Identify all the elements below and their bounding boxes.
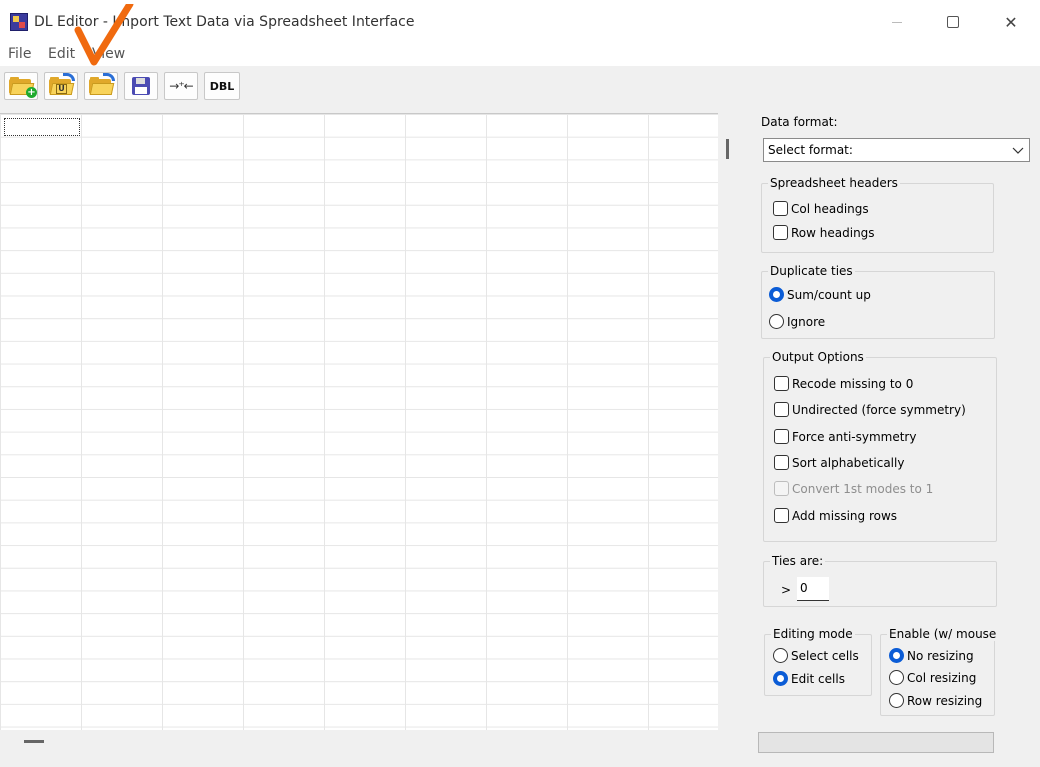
menu-edit[interactable]: Edit bbox=[48, 46, 75, 62]
vertical-scrollbar[interactable] bbox=[718, 113, 740, 730]
editing-mode-group: Editing mode bbox=[764, 627, 872, 696]
undirected-checkbox[interactable]: Undirected (force symmetry) bbox=[774, 402, 966, 417]
close-icon: ✕ bbox=[1004, 12, 1018, 32]
open-folder-add-icon: + bbox=[9, 77, 37, 98]
menu-file[interactable]: File bbox=[8, 46, 31, 62]
duplicate-ties-title: Duplicate ties bbox=[768, 264, 855, 278]
app-icon bbox=[10, 13, 28, 31]
vertical-scroll-thumb[interactable] bbox=[726, 139, 729, 159]
spreadsheet-grid[interactable] bbox=[0, 113, 718, 730]
menu-bar: File Edit View bbox=[0, 42, 1040, 66]
col-headings-checkbox[interactable]: Col headings bbox=[773, 201, 869, 216]
save-floppy-icon bbox=[132, 77, 150, 95]
editing-mode-title: Editing mode bbox=[771, 627, 855, 641]
sort-alphabetically-checkbox[interactable]: Sort alphabetically bbox=[774, 455, 904, 470]
horizontal-scrollbar[interactable] bbox=[0, 730, 740, 752]
reload-folder-icon bbox=[89, 73, 115, 95]
force-anti-symmetry-checkbox[interactable]: Force anti-symmetry bbox=[774, 429, 916, 444]
menu-view[interactable]: View bbox=[92, 46, 125, 62]
dbl-button[interactable]: DBL bbox=[204, 72, 240, 100]
collapse-arrows-icon: →⁺← bbox=[169, 79, 193, 93]
select-cells-radio[interactable]: Select cells bbox=[773, 648, 859, 663]
sum-count-up-radio[interactable]: Sum/count up bbox=[769, 287, 871, 302]
reload-button[interactable] bbox=[84, 72, 118, 100]
title-bar: DL Editor - Import Text Data via Spreads… bbox=[0, 0, 1040, 42]
minimize-button[interactable] bbox=[874, 8, 920, 36]
active-cell[interactable] bbox=[4, 118, 80, 136]
minimize-icon bbox=[892, 21, 902, 23]
ignore-radio[interactable]: Ignore bbox=[769, 314, 825, 329]
open-ucinet-button[interactable]: U bbox=[44, 72, 78, 100]
maximize-icon bbox=[947, 16, 959, 28]
horizontal-scroll-thumb[interactable] bbox=[24, 740, 44, 743]
add-missing-rows-checkbox[interactable]: Add missing rows bbox=[774, 508, 897, 523]
recode-missing-checkbox[interactable]: Recode missing to 0 bbox=[774, 376, 913, 391]
data-format-select[interactable]: Select format: bbox=[763, 138, 1030, 162]
dbl-icon: DBL bbox=[209, 79, 235, 93]
row-headings-checkbox[interactable]: Row headings bbox=[773, 225, 875, 240]
chevron-down-icon bbox=[1012, 147, 1024, 154]
maximize-button[interactable] bbox=[930, 8, 976, 36]
enable-resizing-title: Enable (w/ mouse bbox=[887, 627, 999, 641]
ties-operator: > bbox=[781, 583, 792, 597]
data-format-label: Data format: bbox=[761, 115, 838, 129]
open-file-button[interactable]: + bbox=[4, 72, 38, 100]
open-ucinet-folder-icon: U bbox=[49, 73, 75, 95]
no-resizing-radio[interactable]: No resizing bbox=[889, 648, 974, 663]
close-button[interactable]: ✕ bbox=[988, 8, 1034, 36]
toolbar: + U →⁺← DBL bbox=[0, 66, 1040, 110]
window-title: DL Editor - Import Text Data via Spreads… bbox=[34, 14, 415, 30]
ucinet-badge: U bbox=[56, 84, 67, 94]
save-button[interactable] bbox=[124, 72, 158, 100]
output-options-title: Output Options bbox=[770, 350, 866, 364]
status-bar bbox=[758, 732, 994, 753]
spreadsheet-headers-title: Spreadsheet headers bbox=[768, 176, 900, 190]
edit-cells-radio[interactable]: Edit cells bbox=[773, 671, 845, 686]
ties-threshold-input[interactable]: 0 bbox=[797, 577, 829, 601]
row-resizing-radio[interactable]: Row resizing bbox=[889, 693, 982, 708]
col-resizing-radio[interactable]: Col resizing bbox=[889, 670, 976, 685]
data-format-value: Select format: bbox=[768, 143, 853, 157]
collapse-button[interactable]: →⁺← bbox=[164, 72, 198, 100]
convert-1st-modes-checkbox: Convert 1st modes to 1 bbox=[774, 481, 933, 496]
spreadsheet-headers-group: Spreadsheet headers bbox=[761, 176, 994, 253]
ties-are-title: Ties are: bbox=[770, 554, 826, 568]
